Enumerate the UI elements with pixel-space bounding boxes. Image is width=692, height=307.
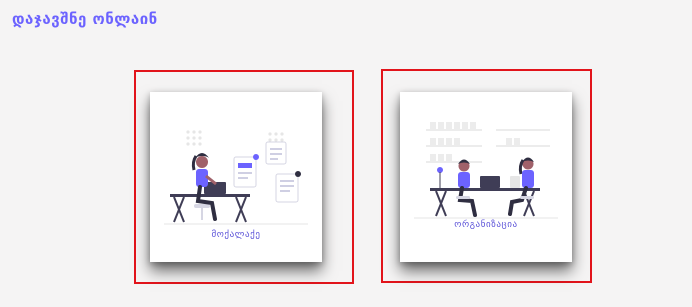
page-title: დაჯავშნე ონლაინ xyxy=(12,10,158,28)
organization-option-card[interactable]: ორგანიზაცია xyxy=(400,92,572,262)
page: დაჯავშნე ონლაინ მოქალაქე ორგანიზაცია xyxy=(0,0,692,307)
office-team-icon xyxy=(414,122,558,219)
citizen-option-card[interactable]: მოქალაქე xyxy=(150,92,322,262)
citizen-option-label: მოქალაქე xyxy=(211,230,261,240)
organization-option-label: ორგანიზაცია xyxy=(454,220,518,230)
